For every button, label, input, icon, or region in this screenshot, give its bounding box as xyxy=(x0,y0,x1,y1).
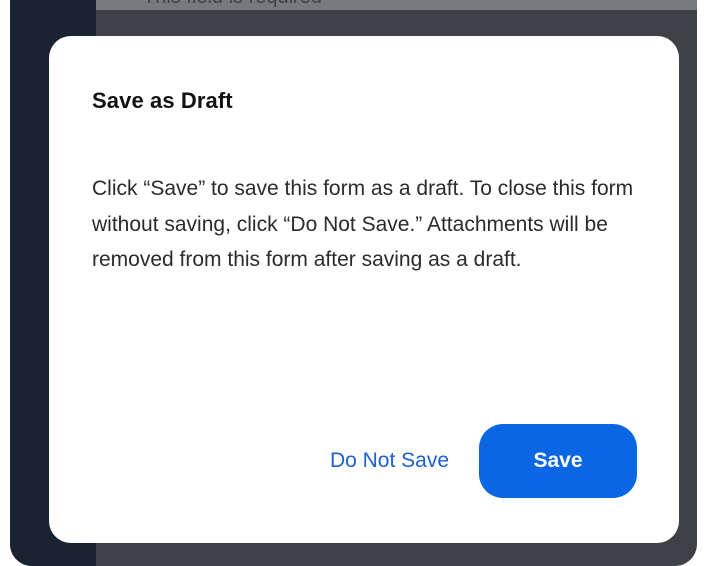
save-button[interactable]: Save xyxy=(479,424,637,498)
do-not-save-button[interactable]: Do Not Save xyxy=(316,424,463,498)
dialog-actions: Do Not Save Save xyxy=(316,424,637,498)
save-draft-dialog: Save as Draft Click “Save” to save this … xyxy=(49,36,679,543)
field-validation-message: This field is required xyxy=(143,0,322,9)
dialog-title: Save as Draft xyxy=(92,88,233,113)
dialog-message: Click “Save” to save this form as a draf… xyxy=(92,177,634,271)
app-screen-backdrop: This field is required Save as Draft Cli… xyxy=(10,0,697,566)
